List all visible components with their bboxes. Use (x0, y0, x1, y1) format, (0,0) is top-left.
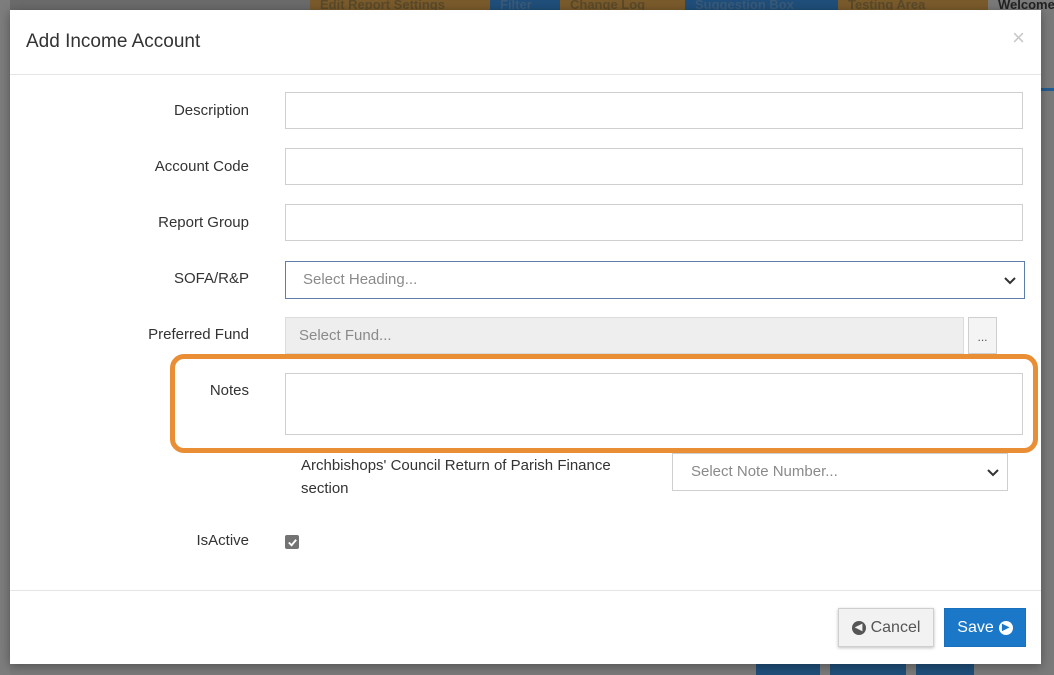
preferred-fund-input[interactable]: Select Fund... (285, 317, 964, 354)
cancel-button-label: Cancel (870, 618, 921, 636)
close-icon[interactable]: × (1012, 25, 1025, 51)
fund-picker-label: ... (977, 330, 988, 344)
sofa-select[interactable]: Select Heading... (285, 261, 1025, 299)
description-input[interactable] (285, 92, 1023, 129)
is-active-label: IsActive (196, 532, 249, 549)
preferred-fund-placeholder: Select Fund... (299, 327, 392, 344)
description-label: Description (173, 102, 249, 119)
archbishops-council-label: Archbishops' Council Return of Parish Fi… (301, 457, 611, 497)
fund-picker-button[interactable]: ... (968, 317, 997, 354)
preferred-fund-label: Preferred Fund (148, 326, 249, 343)
account-code-input[interactable] (285, 148, 1023, 185)
modal-title: Add Income Account (26, 31, 201, 52)
sofa-label: SOFA/R&P (173, 270, 249, 287)
bg-bottom-button-1 (756, 664, 820, 675)
bg-welcome-text: Welcome (988, 0, 1054, 10)
arrow-right-circle-icon: ▶ (998, 620, 1013, 635)
add-income-account-modal: Add Income Account × Description Account… (10, 10, 1041, 664)
bg-edit-report-settings-button: Edit Report Settings (310, 0, 490, 10)
bg-filter-button: Filter (490, 0, 562, 10)
bg-bottom-button-3 (916, 664, 974, 675)
save-button-label: Save (957, 618, 994, 636)
report-group-label: Report Group (158, 214, 249, 231)
bg-bottom-button-2 (830, 664, 906, 675)
modal-footer-divider (10, 590, 1041, 591)
bg-suggestion-box-button: Suggestion Box (685, 0, 840, 10)
is-active-checkbox[interactable] (285, 535, 299, 549)
save-button[interactable]: Save ▶ (944, 608, 1026, 647)
note-number-select[interactable]: Select Note Number... (672, 453, 1008, 491)
chevron-down-icon (987, 469, 999, 477)
checkmark-icon (287, 538, 297, 547)
report-group-input[interactable] (285, 204, 1023, 241)
notes-highlight-box (170, 354, 1038, 453)
bg-change-log-button: Change Log (560, 0, 685, 10)
cancel-button[interactable]: ◀ Cancel (838, 608, 934, 647)
chevron-down-icon (1004, 277, 1016, 285)
bg-testing-area-button: Testing Area (838, 0, 998, 10)
arrow-left-circle-icon: ◀ (851, 620, 866, 635)
modal-header: Add Income Account × (10, 10, 1041, 75)
sofa-selected-value: Select Heading... (303, 271, 418, 288)
account-code-label: Account Code (154, 158, 249, 175)
background-sidebar (0, 0, 10, 675)
note-number-selected-value: Select Note Number... (691, 463, 838, 480)
